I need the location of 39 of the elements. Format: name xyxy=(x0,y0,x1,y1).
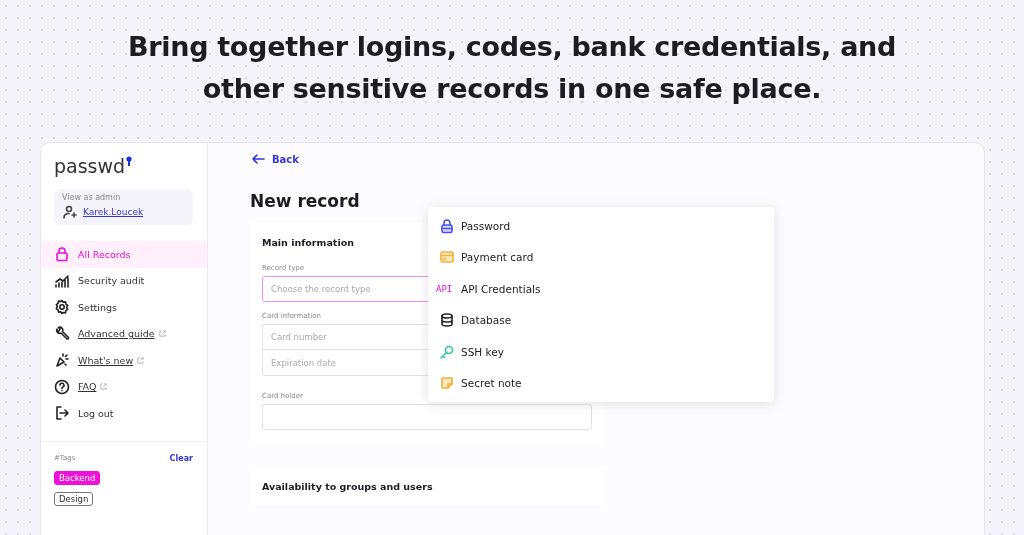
sidebar-item[interactable]: Advanced guide xyxy=(41,320,207,347)
tag[interactable]: Backend xyxy=(54,470,101,485)
lock-icon xyxy=(439,217,455,234)
gear-icon xyxy=(54,299,70,316)
sidebar-item[interactable]: Log out xyxy=(41,400,207,427)
logo: passwd xyxy=(54,155,126,177)
headline: Bring together logins, codes, bank credentials, and other sensitive records in one safe place. xyxy=(126,30,898,106)
wrench-icon xyxy=(54,325,70,342)
logout-icon xyxy=(54,405,70,422)
key-icon xyxy=(439,343,455,360)
external-link-icon xyxy=(158,330,166,338)
section-title: Availability to groups and users xyxy=(262,481,434,492)
card-icon xyxy=(439,249,455,266)
admin-caption: View as admin xyxy=(62,193,122,202)
page-title: New record xyxy=(250,191,361,211)
external-link-icon xyxy=(137,356,145,364)
sidebar-item[interactable]: Security audit xyxy=(41,267,207,294)
external-link-icon xyxy=(100,383,108,391)
user-icon xyxy=(62,204,78,220)
sidebar-item[interactable]: Settings xyxy=(41,294,207,321)
back-arrow-icon xyxy=(250,151,266,167)
api-icon: API xyxy=(436,283,455,294)
database-icon xyxy=(439,312,455,329)
question-icon xyxy=(54,378,70,395)
sparkle-icon xyxy=(54,352,70,369)
sidebar-item[interactable]: FAQ xyxy=(41,373,207,400)
clear-link[interactable]: Clear xyxy=(169,453,193,463)
card-holder-field[interactable] xyxy=(262,404,592,430)
sidebar-item[interactable]: What's new xyxy=(41,347,207,374)
lock-icon xyxy=(54,246,70,263)
tag[interactable]: Design xyxy=(54,491,94,506)
menu-item[interactable]: Password xyxy=(428,210,774,242)
keyhole-icon xyxy=(126,156,133,166)
chart-icon xyxy=(54,272,70,289)
section-title: Main information xyxy=(262,237,355,248)
user-link[interactable]: Karek.Loucek xyxy=(83,207,144,217)
note-icon xyxy=(439,375,455,392)
menu-item[interactable]: Payment card xyxy=(428,241,774,273)
back-link[interactable]: Back xyxy=(250,151,299,167)
